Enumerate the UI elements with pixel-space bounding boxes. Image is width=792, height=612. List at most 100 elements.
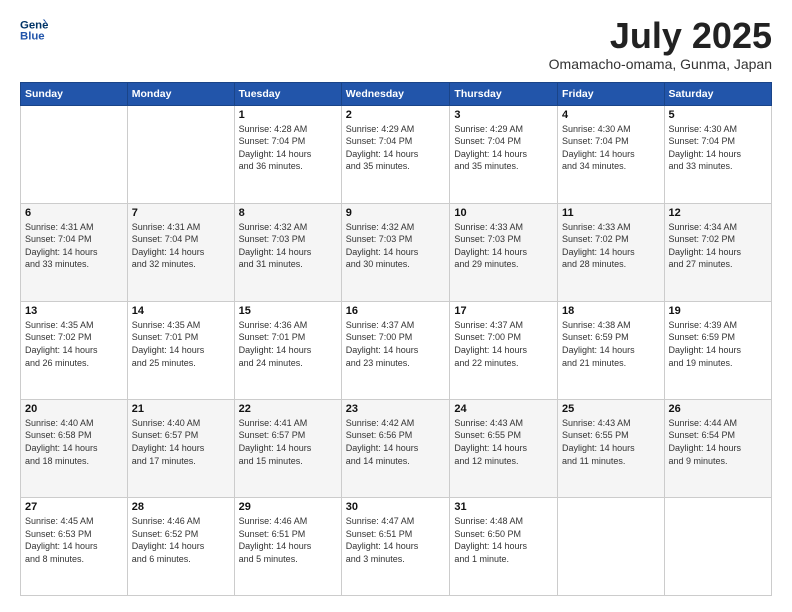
day-cell: 11 Sunrise: 4:33 AM Sunset: 7:02 PM Dayli… xyxy=(558,203,664,301)
day-cell: 3 Sunrise: 4:29 AM Sunset: 7:04 PM Daylig… xyxy=(450,105,558,203)
logo: General Blue xyxy=(20,16,48,44)
day-number: 3 xyxy=(454,109,553,121)
day-cell: 27 Sunrise: 4:45 AM Sunset: 6:53 PM Dayli… xyxy=(21,497,128,595)
day-cell: 18 Sunrise: 4:38 AM Sunset: 6:59 PM Dayli… xyxy=(558,301,664,399)
day-info: Sunrise: 4:46 AM Sunset: 6:51 PM Dayligh… xyxy=(239,515,337,565)
day-info: Sunrise: 4:45 AM Sunset: 6:53 PM Dayligh… xyxy=(25,515,123,565)
day-number: 7 xyxy=(132,207,230,219)
day-info: Sunrise: 4:29 AM Sunset: 7:04 PM Dayligh… xyxy=(346,123,446,173)
week-row-5: 27 Sunrise: 4:45 AM Sunset: 6:53 PM Dayli… xyxy=(21,497,772,595)
day-cell xyxy=(558,497,664,595)
logo-icon: General Blue xyxy=(20,16,48,44)
day-cell: 4 Sunrise: 4:30 AM Sunset: 7:04 PM Daylig… xyxy=(558,105,664,203)
day-info: Sunrise: 4:38 AM Sunset: 6:59 PM Dayligh… xyxy=(562,319,659,369)
day-info: Sunrise: 4:36 AM Sunset: 7:01 PM Dayligh… xyxy=(239,319,337,369)
day-info: Sunrise: 4:32 AM Sunset: 7:03 PM Dayligh… xyxy=(346,221,446,271)
day-number: 11 xyxy=(562,207,659,219)
day-number: 12 xyxy=(669,207,767,219)
day-info: Sunrise: 4:30 AM Sunset: 7:04 PM Dayligh… xyxy=(562,123,659,173)
calendar-header-row: Sunday Monday Tuesday Wednesday Thursday… xyxy=(21,82,772,105)
day-info: Sunrise: 4:32 AM Sunset: 7:03 PM Dayligh… xyxy=(239,221,337,271)
day-number: 23 xyxy=(346,403,446,415)
day-info: Sunrise: 4:33 AM Sunset: 7:02 PM Dayligh… xyxy=(562,221,659,271)
day-number: 16 xyxy=(346,305,446,317)
day-number: 17 xyxy=(454,305,553,317)
day-number: 22 xyxy=(239,403,337,415)
day-number: 2 xyxy=(346,109,446,121)
day-cell: 28 Sunrise: 4:46 AM Sunset: 6:52 PM Dayli… xyxy=(127,497,234,595)
day-info: Sunrise: 4:33 AM Sunset: 7:03 PM Dayligh… xyxy=(454,221,553,271)
day-number: 25 xyxy=(562,403,659,415)
day-cell: 2 Sunrise: 4:29 AM Sunset: 7:04 PM Daylig… xyxy=(341,105,450,203)
day-cell: 7 Sunrise: 4:31 AM Sunset: 7:04 PM Daylig… xyxy=(127,203,234,301)
day-number: 18 xyxy=(562,305,659,317)
day-info: Sunrise: 4:46 AM Sunset: 6:52 PM Dayligh… xyxy=(132,515,230,565)
day-number: 27 xyxy=(25,501,123,513)
day-info: Sunrise: 4:42 AM Sunset: 6:56 PM Dayligh… xyxy=(346,417,446,467)
day-number: 15 xyxy=(239,305,337,317)
day-number: 1 xyxy=(239,109,337,121)
day-cell: 22 Sunrise: 4:41 AM Sunset: 6:57 PM Dayli… xyxy=(234,399,341,497)
day-cell: 29Sunrise: 4:46 AM Sunset: 6:51 PM Dayli… xyxy=(234,497,341,595)
day-info: Sunrise: 4:37 AM Sunset: 7:00 PM Dayligh… xyxy=(346,319,446,369)
day-number: 21 xyxy=(132,403,230,415)
day-info: Sunrise: 4:29 AM Sunset: 7:04 PM Dayligh… xyxy=(454,123,553,173)
day-cell: 6 Sunrise: 4:31 AM Sunset: 7:04 PM Daylig… xyxy=(21,203,128,301)
header: General Blue July 2025 Omamacho-omama, G… xyxy=(20,16,772,72)
day-info: Sunrise: 4:47 AM Sunset: 6:51 PM Dayligh… xyxy=(346,515,446,565)
col-friday: Friday xyxy=(558,82,664,105)
col-thursday: Thursday xyxy=(450,82,558,105)
day-info: Sunrise: 4:34 AM Sunset: 7:02 PM Dayligh… xyxy=(669,221,767,271)
day-cell: 19Sunrise: 4:39 AM Sunset: 6:59 PM Dayli… xyxy=(664,301,771,399)
col-monday: Monday xyxy=(127,82,234,105)
day-info: Sunrise: 4:35 AM Sunset: 7:01 PM Dayligh… xyxy=(132,319,230,369)
day-info: Sunrise: 4:43 AM Sunset: 6:55 PM Dayligh… xyxy=(454,417,553,467)
day-cell: 30Sunrise: 4:47 AM Sunset: 6:51 PM Dayli… xyxy=(341,497,450,595)
week-row-1: 1Sunrise: 4:28 AM Sunset: 7:04 PM Daylig… xyxy=(21,105,772,203)
day-cell: 31 Sunrise: 4:48 AM Sunset: 6:50 PM Dayli… xyxy=(450,497,558,595)
svg-text:Blue: Blue xyxy=(20,31,45,43)
col-wednesday: Wednesday xyxy=(341,82,450,105)
col-saturday: Saturday xyxy=(664,82,771,105)
page: General Blue July 2025 Omamacho-omama, G… xyxy=(0,0,792,612)
day-cell: 15 Sunrise: 4:36 AM Sunset: 7:01 PM Dayli… xyxy=(234,301,341,399)
day-cell: 13Sunrise: 4:35 AM Sunset: 7:02 PM Dayli… xyxy=(21,301,128,399)
day-cell: 21 Sunrise: 4:40 AM Sunset: 6:57 PM Dayli… xyxy=(127,399,234,497)
day-cell: 23 Sunrise: 4:42 AM Sunset: 6:56 PM Dayli… xyxy=(341,399,450,497)
day-number: 31 xyxy=(454,501,553,513)
week-row-4: 20Sunrise: 4:40 AM Sunset: 6:58 PM Dayli… xyxy=(21,399,772,497)
day-number: 28 xyxy=(132,501,230,513)
day-cell: 17Sunrise: 4:37 AM Sunset: 7:00 PM Dayli… xyxy=(450,301,558,399)
day-number: 24 xyxy=(454,403,553,415)
day-info: Sunrise: 4:31 AM Sunset: 7:04 PM Dayligh… xyxy=(132,221,230,271)
day-number: 9 xyxy=(346,207,446,219)
day-info: Sunrise: 4:41 AM Sunset: 6:57 PM Dayligh… xyxy=(239,417,337,467)
location-subtitle: Omamacho-omama, Gunma, Japan xyxy=(549,56,772,72)
col-sunday: Sunday xyxy=(21,82,128,105)
day-number: 20 xyxy=(25,403,123,415)
svg-text:General: General xyxy=(20,19,48,31)
day-info: Sunrise: 4:48 AM Sunset: 6:50 PM Dayligh… xyxy=(454,515,553,565)
day-number: 26 xyxy=(669,403,767,415)
day-info: Sunrise: 4:44 AM Sunset: 6:54 PM Dayligh… xyxy=(669,417,767,467)
day-number: 19 xyxy=(669,305,767,317)
day-info: Sunrise: 4:31 AM Sunset: 7:04 PM Dayligh… xyxy=(25,221,123,271)
day-cell xyxy=(127,105,234,203)
month-title: July 2025 xyxy=(549,16,772,56)
day-cell: 16 Sunrise: 4:37 AM Sunset: 7:00 PM Dayli… xyxy=(341,301,450,399)
day-cell: 8Sunrise: 4:32 AM Sunset: 7:03 PM Daylig… xyxy=(234,203,341,301)
day-cell: 20Sunrise: 4:40 AM Sunset: 6:58 PM Dayli… xyxy=(21,399,128,497)
day-cell xyxy=(664,497,771,595)
day-cell: 9 Sunrise: 4:32 AM Sunset: 7:03 PM Daylig… xyxy=(341,203,450,301)
day-info: Sunrise: 4:43 AM Sunset: 6:55 PM Dayligh… xyxy=(562,417,659,467)
day-info: Sunrise: 4:35 AM Sunset: 7:02 PM Dayligh… xyxy=(25,319,123,369)
day-number: 4 xyxy=(562,109,659,121)
col-tuesday: Tuesday xyxy=(234,82,341,105)
day-cell: 25 Sunrise: 4:43 AM Sunset: 6:55 PM Dayli… xyxy=(558,399,664,497)
week-row-3: 13Sunrise: 4:35 AM Sunset: 7:02 PM Dayli… xyxy=(21,301,772,399)
day-cell: 24 Sunrise: 4:43 AM Sunset: 6:55 PM Dayli… xyxy=(450,399,558,497)
day-cell: 12 Sunrise: 4:34 AM Sunset: 7:02 PM Dayli… xyxy=(664,203,771,301)
day-number: 6 xyxy=(25,207,123,219)
day-cell: 26 Sunrise: 4:44 AM Sunset: 6:54 PM Dayli… xyxy=(664,399,771,497)
day-info: Sunrise: 4:40 AM Sunset: 6:57 PM Dayligh… xyxy=(132,417,230,467)
